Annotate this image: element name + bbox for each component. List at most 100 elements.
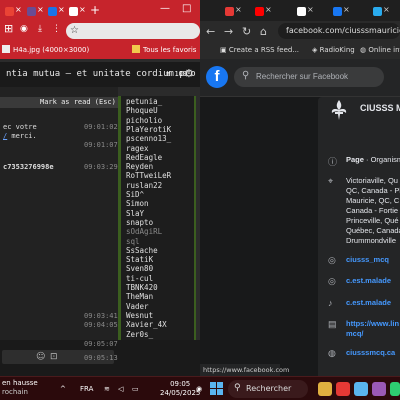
user-list-item[interactable]: PhoqueU	[126, 106, 158, 115]
clock[interactable]: 09:05 24/05/2025	[160, 380, 200, 398]
taskbar-app-3[interactable]	[354, 382, 368, 396]
close-icon[interactable]: ×	[265, 5, 272, 14]
weather-line: en hausse	[2, 379, 38, 387]
close-icon[interactable]: ×	[343, 5, 350, 14]
user-list-item[interactable]: TheMan	[126, 292, 153, 301]
bookmark-item[interactable]: ◍ Online inte	[360, 46, 400, 54]
user-list-item[interactable]: sql	[126, 237, 140, 246]
user-list-item[interactable]: picholio	[126, 116, 162, 125]
social-link[interactable]: ciusss_mcq	[346, 255, 389, 265]
right-tab-5[interactable]: ×	[370, 4, 390, 19]
emoji-icon[interactable]: ☺	[36, 352, 45, 362]
gear-icon[interactable]: ⚙	[184, 67, 194, 80]
user-list-item[interactable]: ragex	[126, 144, 149, 153]
left-tab-4[interactable]: ×	[66, 4, 86, 19]
close-icon[interactable]: ×	[307, 5, 314, 14]
close-icon[interactable]: ×	[15, 5, 22, 14]
clock-date: 24/05/2025	[160, 389, 201, 397]
address-text: facebook.com/ciusssmauriciece	[286, 26, 400, 35]
new-tab-button[interactable]: +	[90, 3, 100, 17]
user-list[interactable]: petunia_ PhoqueU picholio PlaYerotiK pscenno…	[118, 96, 196, 340]
menu-icon[interactable]: ⋮	[52, 24, 61, 34]
user-list-item[interactable]: SlaY	[126, 209, 144, 218]
chevron-up-icon[interactable]: ^	[60, 385, 66, 393]
minimize-icon[interactable]: —	[160, 3, 170, 14]
user-list-item[interactable]: TBNK420	[126, 283, 158, 292]
facebook-search-input[interactable]: ⚲ Rechercher sur Facebook	[234, 67, 384, 87]
user-list-item[interactable]: snapto	[126, 218, 153, 227]
maximize-icon[interactable]: □	[182, 3, 191, 14]
search-icon: ⚲	[234, 383, 241, 393]
back-icon[interactable]: ←	[206, 25, 215, 38]
user-list-item[interactable]: Sven80	[126, 264, 153, 273]
user-list-item[interactable]: RoTTweiLeR	[126, 171, 171, 180]
taskbar-app-4[interactable]	[372, 382, 386, 396]
forward-icon[interactable]: →	[224, 25, 233, 38]
social-link[interactable]: c.est.malade	[346, 276, 391, 286]
all-bookmarks-item[interactable]: Tous les favoris	[132, 45, 196, 54]
link-line: mcq/	[346, 329, 364, 338]
social-link[interactable]: https://www.lin mcq/	[346, 319, 399, 339]
message-list[interactable]: Mark as read (Esc) ec votre 09:01:02 / m…	[0, 87, 118, 340]
facebook-logo-icon[interactable]: f	[206, 66, 228, 88]
bookmark-item[interactable]: ▣ Create a RSS feed...	[220, 46, 299, 54]
user-list-item[interactable]: SiD^	[126, 190, 144, 199]
right-browser-window: × × × × × ← → ↻ ⌂ facebook.com/ciusssmau…	[200, 0, 400, 376]
left-tab-3[interactable]: ×	[45, 4, 65, 19]
social-link[interactable]: c.est.malade	[346, 298, 391, 308]
user-list-item[interactable]: StatiK	[126, 255, 153, 264]
taskbar-app-5[interactable]	[390, 382, 400, 396]
left-address-bar[interactable]: ☆	[66, 23, 200, 39]
star-icon[interactable]: ☆	[70, 25, 79, 36]
close-icon[interactable]: ×	[235, 5, 242, 14]
wifi-icon[interactable]: ≋	[104, 385, 110, 393]
home-icon[interactable]: ⌂	[260, 25, 267, 38]
bookmark-item[interactable]: H4a.jpg (4000×3000)	[2, 45, 89, 54]
language-indicator[interactable]: FRA	[80, 385, 93, 393]
user-list-item[interactable]: Vader	[126, 302, 149, 311]
extension-icon[interactable]: ⊞	[4, 22, 13, 35]
bookmark-item[interactable]: ◈ RadioKing	[312, 46, 355, 54]
user-list-item[interactable]: pscenno13_	[126, 134, 171, 143]
mark-as-read-button[interactable]: Mark as read (Esc)	[40, 98, 116, 106]
reload-icon[interactable]: ↻	[242, 25, 251, 38]
taskbar-search[interactable]: ⚲ Rechercher	[228, 380, 308, 398]
download-icon[interactable]: ⤓	[38, 24, 42, 34]
user-list-item[interactable]: RedEagle	[126, 153, 162, 162]
location-pin-icon: ⌖	[328, 176, 334, 186]
website-link[interactable]: ciusssmcq.ca	[346, 348, 395, 358]
left-tab-2[interactable]: ×	[24, 4, 44, 19]
right-tab-3[interactable]: ×	[294, 4, 314, 19]
profile-icon[interactable]: ◉	[20, 24, 28, 34]
instagram-icon: ◎	[328, 276, 336, 286]
user-list-item[interactable]: ruslan22	[126, 181, 162, 190]
telegram-icon	[373, 7, 382, 16]
user-list-item[interactable]: sOdAgiRL	[126, 227, 162, 236]
taskbar-app-1[interactable]	[318, 382, 332, 396]
user-list-item[interactable]: petunia_	[126, 97, 162, 106]
windows-start-icon[interactable]	[210, 382, 224, 396]
user-list-item[interactable]: SsSache	[126, 246, 158, 255]
volume-icon[interactable]: ◁	[118, 385, 123, 393]
weather-widget[interactable]: en hausse rochain	[2, 379, 38, 397]
right-tab-1[interactable]: ×	[222, 4, 242, 19]
user-list-item[interactable]: PlaYerotiK	[126, 125, 171, 134]
right-address-bar[interactable]: facebook.com/ciusssmauriciece	[278, 23, 400, 39]
battery-icon[interactable]: ▭	[132, 385, 139, 393]
close-icon[interactable]: ×	[79, 5, 86, 14]
user-list-item[interactable]: Wesnut	[126, 311, 153, 320]
attach-icon[interactable]: ⊡	[50, 352, 58, 362]
right-tab-2[interactable]: ×	[252, 4, 272, 19]
browser-icon[interactable]	[336, 382, 350, 396]
close-icon[interactable]: ×	[58, 5, 65, 14]
right-tab-4[interactable]: ×	[330, 4, 350, 19]
close-icon[interactable]: ×	[383, 5, 390, 14]
user-list-item[interactable]: Xavier_4X	[126, 320, 167, 329]
left-tab-1[interactable]: ×	[2, 4, 22, 19]
notification-icon[interactable]: ◉	[196, 385, 202, 393]
user-list-item[interactable]: Reyden	[126, 162, 153, 171]
user-list-item[interactable]: Simon	[126, 199, 149, 208]
user-list-item[interactable]: ti-cul	[126, 274, 153, 283]
close-icon[interactable]: ×	[37, 5, 44, 14]
user-list-item[interactable]: Zer0s_	[126, 330, 153, 339]
